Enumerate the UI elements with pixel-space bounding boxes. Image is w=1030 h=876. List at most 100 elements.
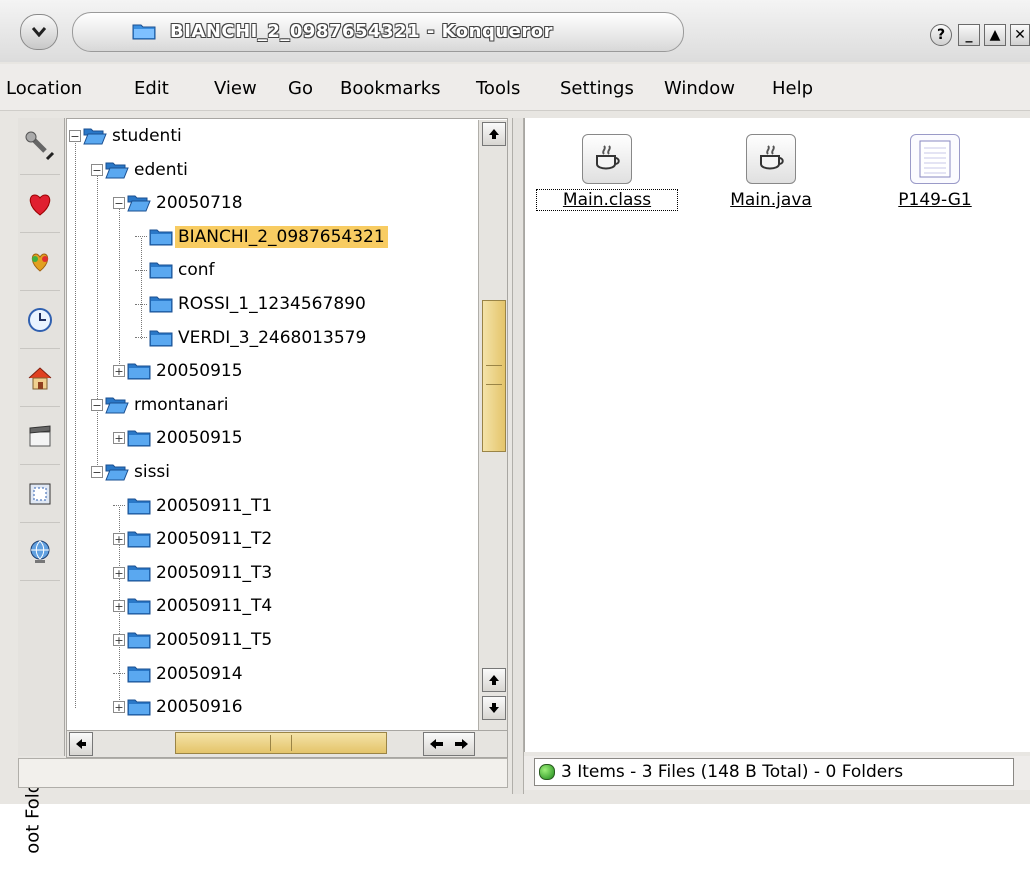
scroll-left-right-buttons[interactable] [423, 732, 475, 756]
tree-item[interactable]: +20050911_T5 [113, 625, 275, 655]
tree-item-label: sissi [134, 462, 171, 482]
file-name: Main.class [536, 189, 678, 211]
tree-item[interactable]: − 20050718 [113, 188, 246, 218]
tree-item[interactable]: ROSSI_1_1234567890 [135, 289, 369, 319]
sidebar-home-button[interactable] [20, 350, 60, 407]
close-button[interactable]: ✕ [1010, 24, 1030, 46]
file-name: Main.java [730, 190, 812, 210]
tree-horizontal-scrollbar[interactable] [66, 730, 508, 758]
tree-item[interactable]: conf [135, 255, 218, 285]
maximize-button[interactable]: ▲ [984, 24, 1006, 46]
collapse-icon[interactable]: − [91, 163, 103, 176]
title-bar[interactable]: BIANCHI_2_0987654321 - Konqueror ? _ ▲ ✕ [0, 0, 1030, 62]
tree-item[interactable]: − studenti [69, 121, 185, 151]
tree-item[interactable]: +20050916 [113, 692, 246, 722]
horizontal-scroll-thumb[interactable] [175, 732, 387, 754]
devices-icon [29, 483, 51, 505]
tree-vertical-scrollbar[interactable] [478, 120, 507, 730]
menu-window[interactable]: Window [664, 78, 735, 99]
expand-icon[interactable]: + [113, 432, 125, 445]
file-item[interactable]: Main.class [536, 134, 678, 211]
tree-item[interactable]: +20050915 [113, 423, 246, 453]
sidebar-devices-button[interactable] [20, 466, 60, 523]
collapse-icon[interactable]: − [91, 466, 103, 478]
folder-icon [127, 430, 151, 447]
menu-help[interactable]: Help [772, 78, 813, 99]
sidebar-tools-button[interactable] [20, 118, 60, 175]
tree-guide-line [119, 204, 120, 373]
thumb-grip [270, 735, 292, 751]
tree-item-label: rmontanari [134, 394, 229, 415]
collapse-icon[interactable]: − [91, 398, 103, 411]
tree-item[interactable]: +20050915 [113, 356, 246, 386]
tree-item-label: VERDI_3_2468013579 [178, 327, 367, 348]
expand-icon[interactable]: + [113, 634, 125, 646]
tree-item[interactable]: VERDI_3_2468013579 [135, 323, 369, 353]
menu-bookmarks[interactable]: Bookmarks [340, 78, 441, 99]
menu-view[interactable]: View [214, 78, 257, 99]
tree-item-label: conf [178, 260, 215, 281]
tree-item-label: BIANCHI_2_0987654321 [175, 225, 388, 248]
pane-splitter[interactable] [512, 118, 524, 794]
tree-item[interactable]: − edenti [91, 155, 191, 185]
minimize-button[interactable]: _ [958, 24, 980, 46]
scroll-up-small-button[interactable] [482, 668, 506, 692]
folder-icon [127, 632, 151, 649]
arrow-left-right-icon [430, 739, 468, 749]
tree-item-label: 20050911_T1 [156, 495, 273, 516]
collapse-icon[interactable]: − [113, 197, 125, 210]
tree-item[interactable]: BIANCHI_2_0987654321 [135, 222, 388, 252]
expand-icon[interactable]: + [113, 701, 125, 714]
sidebar-history-button[interactable] [20, 292, 60, 349]
folder-icon [127, 666, 151, 683]
scroll-left-button[interactable] [69, 732, 93, 756]
arrow-up-icon [489, 675, 499, 685]
folder-icon [149, 296, 173, 313]
menu-settings[interactable]: Settings [560, 78, 634, 99]
sidebar-media-button[interactable] [20, 408, 60, 465]
text-file-icon [910, 134, 960, 184]
folder-icon [132, 24, 156, 40]
tree-item[interactable]: − sissi [91, 457, 173, 487]
help-button[interactable]: ? [930, 24, 952, 46]
folder-tree[interactable]: − studenti − edenti − 20050718 BIANCHI_2_09876… [66, 118, 508, 732]
collapse-icon[interactable]: − [69, 130, 81, 142]
sidebar-bookmarks-button[interactable] [20, 176, 60, 233]
tree-item[interactable]: +20050911_T3 [113, 558, 275, 588]
tree-connector [135, 269, 147, 271]
tree-item-label: 20050911_T3 [156, 562, 273, 583]
tree-item-label: 20050911_T5 [156, 630, 273, 650]
sidebar-status-field [18, 758, 508, 788]
expand-icon[interactable]: + [113, 533, 125, 546]
folder-open-icon [83, 128, 107, 145]
file-item[interactable]: Main.java [701, 134, 841, 210]
file-item[interactable]: P149-G1 [865, 134, 1005, 210]
tree-item[interactable]: +20050911_T4 [113, 591, 275, 621]
tree-item[interactable]: +20050911_T2 [113, 524, 275, 554]
file-view[interactable]: Main.class Main.java P149-G1 [524, 118, 1030, 752]
java-class-icon [582, 134, 632, 184]
menu-tools[interactable]: Tools [476, 78, 520, 99]
menu-edit[interactable]: Edit [134, 78, 169, 99]
folder-icon [127, 498, 151, 515]
expand-icon[interactable]: + [113, 600, 125, 613]
expand-icon[interactable]: + [113, 365, 125, 378]
scroll-up-button[interactable] [482, 122, 506, 146]
vertical-scroll-thumb[interactable] [482, 300, 506, 452]
tree-item[interactable]: 20050914 [113, 659, 246, 689]
status-field: 3 Items - 3 Files (148 B Total) - 0 Fold… [534, 758, 1014, 786]
tree-guide-line [97, 170, 98, 473]
scroll-down-button[interactable] [482, 696, 506, 720]
wrench-icon [25, 131, 55, 161]
window-title: BIANCHI_2_0987654321 - Konqueror [170, 21, 553, 42]
tree-item-label: edenti [134, 159, 188, 180]
expand-icon[interactable]: + [113, 566, 125, 579]
sidebar-network-button[interactable] [20, 524, 60, 581]
sidebar-services-button[interactable] [20, 234, 60, 291]
menu-location[interactable]: Location [6, 78, 82, 99]
tree-item[interactable]: − rmontanari [91, 390, 231, 420]
tree-item-label: 20050914 [156, 663, 243, 684]
window-menu-button[interactable] [20, 14, 58, 50]
menu-go[interactable]: Go [288, 78, 313, 99]
tree-item[interactable]: 20050911_T1 [113, 491, 275, 521]
